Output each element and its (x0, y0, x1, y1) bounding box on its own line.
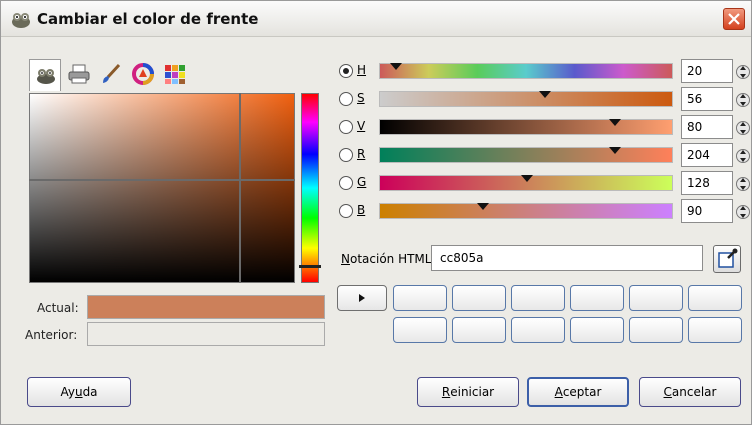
saturation-value-area[interactable] (29, 93, 295, 283)
channel-value: 204 (687, 148, 710, 162)
history-color-button[interactable] (570, 317, 624, 343)
sv-crosshair-vertical (239, 93, 241, 283)
channel-radio-v[interactable] (339, 120, 353, 134)
tab-palette-selector[interactable] (159, 59, 191, 89)
help-button[interactable]: Ay u da (27, 377, 131, 407)
window-title: Cambiar el color de frente (37, 10, 259, 28)
channel-spinbox-b[interactable]: 90 (681, 199, 750, 223)
reset-button[interactable]: Reiniciar (417, 377, 519, 407)
channel-row-h: H 20 (339, 59, 750, 83)
slider-thumb[interactable] (609, 144, 622, 154)
channel-row-s: S 56 (339, 87, 750, 111)
sv-crosshair-horizontal (29, 179, 295, 181)
channel-radio-b[interactable] (339, 204, 353, 218)
history-color-button[interactable] (393, 285, 447, 311)
current-label: Actual: (37, 301, 79, 315)
channel-row-g: G 128 (339, 171, 750, 195)
close-icon (728, 13, 740, 25)
current-color-swatch (87, 295, 325, 319)
channel-slider-s[interactable] (379, 91, 673, 107)
spin-arrows-icon[interactable] (736, 146, 750, 166)
slider-thumb[interactable] (390, 60, 403, 70)
channel-slider-v[interactable] (379, 119, 673, 135)
channel-row-b: B 90 (339, 199, 750, 223)
play-icon (359, 294, 365, 302)
spin-arrows-icon[interactable] (736, 90, 750, 110)
eyedropper-icon (718, 248, 738, 268)
tab-cmyk-selector[interactable] (63, 59, 95, 89)
color-wheel-icon (132, 63, 154, 85)
accept-button[interactable]: Aceptar (527, 377, 629, 407)
color-dialog: Cambiar el color de frente Actual: Anter… (0, 0, 752, 425)
previous-label: Anterior: (25, 328, 78, 342)
html-notation-input[interactable] (431, 245, 703, 271)
channel-row-v: V 80 (339, 115, 750, 139)
history-color-button[interactable] (629, 317, 683, 343)
palette-icon (165, 65, 185, 84)
history-color-button[interactable] (688, 317, 742, 343)
channel-spinbox-s[interactable]: 56 (681, 87, 750, 111)
hue-strip[interactable] (301, 93, 319, 283)
channel-spinbox-r[interactable]: 204 (681, 143, 750, 167)
spin-arrows-icon[interactable] (736, 62, 750, 82)
channel-value: 90 (687, 204, 703, 218)
channel-value: 20 (687, 64, 703, 78)
previous-color-swatch (87, 322, 325, 346)
history-color-button[interactable] (511, 285, 565, 311)
channel-label-h: H (357, 63, 367, 77)
channel-value: 56 (687, 92, 703, 106)
history-add-button[interactable] (337, 285, 387, 311)
channel-label-s: S (357, 91, 365, 105)
channel-label-v: V (357, 119, 366, 133)
spin-arrows-icon[interactable] (736, 118, 750, 138)
history-color-button[interactable] (393, 317, 447, 343)
channel-radio-r[interactable] (339, 148, 353, 162)
history-color-button[interactable] (452, 285, 506, 311)
channel-slider-r[interactable] (379, 147, 673, 163)
spin-arrows-icon[interactable] (736, 174, 750, 194)
channel-value: 80 (687, 120, 703, 134)
channel-slider-h[interactable] (379, 63, 673, 79)
cancel-button[interactable]: Cancelar (639, 377, 741, 407)
channel-radio-s[interactable] (339, 92, 353, 106)
history-color-button[interactable] (570, 285, 624, 311)
slider-thumb[interactable] (538, 88, 551, 98)
printer-icon (68, 64, 90, 84)
channel-radio-h[interactable] (339, 64, 353, 78)
html-notation-label: Notación HTML: (341, 252, 436, 266)
channel-slider-g[interactable] (379, 175, 673, 191)
history-color-button[interactable] (452, 317, 506, 343)
channel-value: 128 (687, 176, 710, 190)
history-color-button[interactable] (688, 285, 742, 311)
channel-spinbox-v[interactable]: 80 (681, 115, 750, 139)
history-color-button[interactable] (629, 285, 683, 311)
channel-label-b: B (357, 203, 366, 217)
channel-slider-b[interactable] (379, 203, 673, 219)
channel-radio-g[interactable] (339, 176, 353, 190)
title-bar[interactable]: Cambiar el color de frente (1, 1, 751, 37)
tab-gimp-selector[interactable] (29, 59, 61, 91)
wilber-icon (12, 13, 30, 28)
close-button[interactable] (723, 8, 745, 30)
slider-thumb[interactable] (521, 172, 533, 182)
brush-icon (103, 63, 121, 83)
spin-arrows-icon[interactable] (736, 202, 750, 222)
tab-wheel-selector[interactable] (127, 59, 159, 89)
channel-row-r: R 204 (339, 143, 750, 167)
channel-label-g: G (357, 175, 367, 189)
hue-marker[interactable] (299, 265, 321, 268)
slider-thumb[interactable] (476, 200, 489, 210)
wilber-icon (37, 69, 55, 84)
slider-thumb[interactable] (609, 116, 622, 126)
channel-label-r: R (357, 147, 366, 161)
color-picker-button[interactable] (713, 245, 741, 273)
channel-spinbox-h[interactable]: 20 (681, 59, 750, 83)
tab-watercolor-selector[interactable] (95, 59, 127, 89)
channel-spinbox-g[interactable]: 128 (681, 171, 750, 195)
history-color-button[interactable] (511, 317, 565, 343)
